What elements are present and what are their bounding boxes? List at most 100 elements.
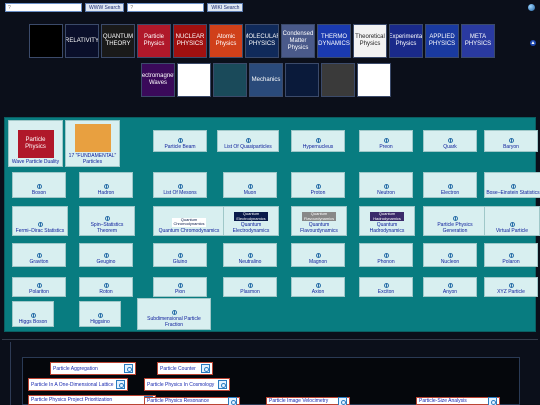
related-link-particle-physics-resonance[interactable]: Particle Physics Resonance bbox=[144, 396, 240, 405]
topic-tile-mechanics[interactable]: Mechanics bbox=[249, 63, 283, 97]
topic-tile-image-2[interactable] bbox=[213, 63, 247, 97]
globe-icon[interactable] bbox=[528, 4, 535, 11]
particle-card-hypernucleus[interactable]: Hypernucleus bbox=[291, 130, 345, 152]
info-icon bbox=[447, 252, 453, 258]
particle-card-proton[interactable]: Proton bbox=[291, 172, 345, 198]
related-link-label: Particle Physics In Cosmology bbox=[147, 381, 215, 388]
particle-card-bose-einstein-statistics[interactable]: Bose–Einstein Statistics bbox=[484, 172, 540, 198]
topic-tile-molecular-physics[interactable]: MOLECULAR PHYSICS bbox=[245, 24, 279, 58]
related-link-particle-size-analysis[interactable]: Particle-Size Analysis bbox=[416, 396, 500, 405]
related-link-label: Particle-Size Analysis bbox=[419, 398, 467, 404]
particle-card-roton[interactable]: Roton bbox=[79, 277, 133, 297]
particle-card-pion[interactable]: Pion bbox=[153, 277, 207, 297]
info-icon bbox=[508, 137, 514, 143]
particle-card-xyz-particle[interactable]: XYZ Particle bbox=[484, 277, 538, 297]
particle-card-particle-beam[interactable]: Particle Beam bbox=[153, 130, 207, 152]
particle-card-preon[interactable]: Preon bbox=[359, 130, 413, 152]
particle-card-electron[interactable]: Electron bbox=[423, 172, 477, 198]
topic-tile-nuclear-physics[interactable]: NUCLEAR PHYSICS bbox=[173, 24, 207, 58]
particle-card-geugino[interactable]: Geugino bbox=[79, 243, 133, 267]
topic-tile-image-0[interactable] bbox=[29, 24, 63, 58]
related-link-particle-physics-project-prioritization[interactable]: Particle Physics Project Prioritization bbox=[28, 395, 156, 405]
topic-tile-image-4[interactable] bbox=[285, 63, 319, 97]
related-link-label: Particle Physics Project Prioritization bbox=[31, 397, 113, 403]
particle-card-polariton[interactable]: Polariton bbox=[12, 277, 66, 297]
particle-card-graviton[interactable]: Graviton bbox=[12, 243, 66, 267]
particle-card-neutron[interactable]: Neutron bbox=[359, 172, 413, 198]
magnifier-icon bbox=[201, 364, 210, 373]
particle-card-anyon[interactable]: Anyon bbox=[423, 277, 477, 297]
particle-card-list-of-mesons[interactable]: List Of Mesons bbox=[153, 172, 207, 198]
featured-card-wave-particle-duality[interactable]: Particle Physics Wave Particle Duality bbox=[8, 120, 63, 167]
particle-card-particle-physics-generation[interactable]: Particle Physics Generation bbox=[423, 206, 487, 236]
topic-tile-label: Electromagnetic Waves bbox=[141, 73, 175, 86]
info-icon bbox=[315, 137, 321, 143]
magnifier-icon bbox=[124, 364, 133, 373]
particle-card-fermi-dirac-statistics[interactable]: Fermi–Dirac Statistics bbox=[12, 206, 68, 236]
info-icon bbox=[103, 252, 109, 258]
topic-tile-image-1[interactable] bbox=[177, 63, 211, 97]
particle-card-phonon[interactable]: Phonon bbox=[359, 243, 413, 267]
scroll-up-icon[interactable]: ▲ bbox=[530, 40, 536, 46]
particle-card-higgs-boson[interactable]: Higgs Boson bbox=[12, 301, 54, 327]
wiki-search-button[interactable]: WIKI Search bbox=[207, 3, 244, 12]
topic-tile-relativity[interactable]: RELATIVITY bbox=[65, 24, 99, 58]
topic-tile-applied-physics[interactable]: APPLIED PHYSICS bbox=[425, 24, 459, 58]
particle-card-label: Higgs Boson bbox=[18, 318, 48, 325]
topic-tile-meta-physics[interactable]: META PHYSICS bbox=[461, 24, 495, 58]
www-search-input[interactable] bbox=[5, 3, 82, 12]
featured-card-17-fundamental-particles[interactable]: 17 "FUNDAMENTAL" Particles bbox=[65, 120, 120, 167]
topic-tile-theoretical-physics[interactable]: Theoretical Physics bbox=[353, 24, 387, 58]
search-bar: WWW Search WIKI Search bbox=[5, 2, 244, 13]
related-link-particle-in-a-one-dimensional-lattice[interactable]: Particle In A One-Dimensional Lattice bbox=[28, 378, 128, 391]
particle-card-hadron[interactable]: Hadron bbox=[79, 172, 133, 198]
topic-tile-atomic-physics[interactable]: Atomic Physics bbox=[209, 24, 243, 58]
particle-card-quantum-hadrodynamics[interactable]: Quantum Hadrodynamics Quantum Hadrodynami… bbox=[359, 206, 415, 236]
topic-tile-particle-physics[interactable]: Particle Physics bbox=[137, 24, 171, 58]
particle-card-label: Hadron bbox=[97, 189, 115, 196]
related-link-particle-image-velocimetry[interactable]: Particle Image Velocimetry bbox=[266, 396, 350, 405]
related-link-particle-counter[interactable]: Particle Counter bbox=[157, 362, 213, 375]
particle-card-plasmon[interactable]: Plasmon bbox=[223, 277, 277, 297]
www-search-button[interactable]: WWW Search bbox=[85, 3, 125, 12]
related-link-particle-aggregation[interactable]: Particle Aggregation bbox=[50, 362, 136, 375]
info-icon bbox=[247, 183, 253, 189]
particle-card-boson[interactable]: Boson bbox=[12, 172, 66, 198]
particle-card-quantum-flavourdynamics[interactable]: Quantum Flavourdynamics Quantum Flavourdy… bbox=[291, 206, 347, 236]
particle-card-quantum-electrodynamics[interactable]: Quantum Electrodynamics Quantum Electrody… bbox=[223, 206, 279, 236]
topic-tile-electromagnetic-waves[interactable]: Electromagnetic Waves bbox=[141, 63, 175, 97]
info-icon bbox=[315, 282, 321, 288]
particle-card-list-of-quasiparticles[interactable]: List Of Quasiparticles bbox=[217, 130, 279, 152]
particle-card-quantum-chromodynamics[interactable]: Quantum Chromodynamics Quantum Chromodyna… bbox=[153, 206, 225, 236]
particle-card-label: Muon bbox=[243, 189, 257, 196]
particle-card-virtual-particle[interactable]: Virtual Particle bbox=[484, 206, 540, 236]
topic-tile-experimental-physics[interactable]: Experimental Physics bbox=[389, 24, 423, 58]
magnifier-icon bbox=[116, 380, 125, 389]
particle-card-baryon[interactable]: Baryon bbox=[484, 130, 538, 152]
particle-card-spin-statistics-theorem[interactable]: Spin–Statistics Theorem bbox=[79, 206, 135, 236]
particle-card-nucleon[interactable]: Nucleon bbox=[423, 243, 477, 267]
related-link-particle-physics-in-cosmology[interactable]: Particle Physics In Cosmology bbox=[144, 378, 230, 391]
particle-card-gluino[interactable]: Gluino bbox=[153, 243, 207, 267]
particle-card-neutralino[interactable]: Neutralino bbox=[223, 243, 277, 267]
particle-card-label: Roton bbox=[99, 288, 113, 295]
topic-tile-label: MOLECULAR PHYSICS bbox=[245, 34, 279, 47]
info-icon bbox=[37, 221, 43, 227]
topic-tile-thermo-dynamics[interactable]: THERMO DYNAMICS bbox=[317, 24, 351, 58]
particle-card-label: Subdimensional Particle Fraction bbox=[147, 316, 201, 328]
particle-card-subdimensional-particle-fraction[interactable]: Subdimensional Particle Fraction bbox=[137, 298, 211, 330]
info-icon bbox=[177, 137, 183, 143]
info-icon bbox=[447, 137, 453, 143]
particle-card-label: Graviton bbox=[29, 258, 49, 265]
particle-card-muon[interactable]: Muon bbox=[223, 172, 277, 198]
topic-tile-condensed-matter-physics[interactable]: Condensed Matter Physics bbox=[281, 24, 315, 58]
particle-card-magnon[interactable]: Magnon bbox=[291, 243, 345, 267]
particle-card-polaron[interactable]: Polaron bbox=[484, 243, 538, 267]
particle-card-quark[interactable]: Quark bbox=[423, 130, 477, 152]
wiki-search-input[interactable] bbox=[127, 3, 205, 12]
particle-card-exciton[interactable]: Exciton bbox=[359, 277, 413, 297]
particle-card-axion[interactable]: Axion bbox=[291, 277, 345, 297]
particle-card-label: Phonon bbox=[377, 258, 395, 265]
topic-tile-quantum-theory[interactable]: QUANTUM THEORY bbox=[101, 24, 135, 58]
particle-card-higgsino[interactable]: Higgsino bbox=[79, 301, 121, 327]
